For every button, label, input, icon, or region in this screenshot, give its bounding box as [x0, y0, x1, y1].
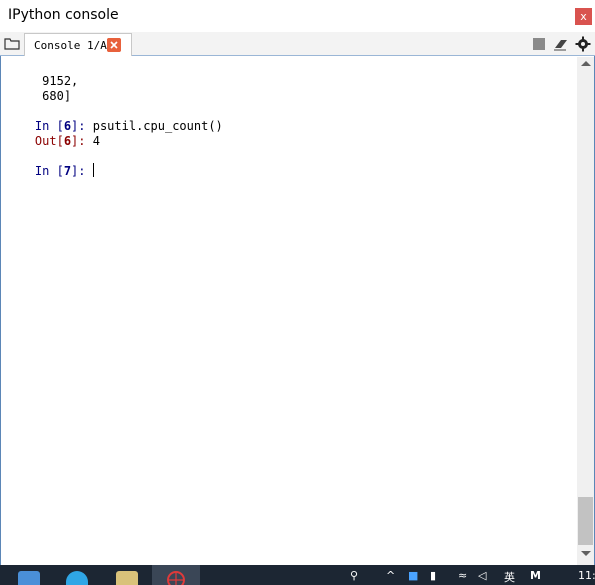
eraser-icon[interactable]: [553, 37, 569, 51]
text-cursor: [92, 163, 94, 177]
folder-icon[interactable]: [4, 37, 20, 50]
tab-bar: Console 1/A: [0, 32, 595, 57]
window-title: IPython console: [8, 7, 119, 23]
language-indicator[interactable]: 英: [504, 569, 515, 585]
scroll-thumb[interactable]: [578, 497, 593, 545]
input-line-7[interactable]: In [7]:: [6, 148, 94, 194]
tab-console[interactable]: Console 1/A: [24, 33, 132, 57]
wifi-icon[interactable]: ≈: [458, 569, 467, 582]
taskbar-app-icon[interactable]: [116, 571, 138, 585]
output-text: 680]: [42, 89, 72, 103]
ime-indicator[interactable]: M: [530, 569, 541, 582]
console-output-area[interactable]: 9152, 680] In [6]: psutil.cpu_count() Ou…: [0, 56, 595, 565]
tab-label: Console 1/A: [34, 39, 107, 52]
close-pane-button[interactable]: x: [575, 8, 592, 25]
volume-icon[interactable]: ◁: [478, 569, 486, 582]
stop-icon[interactable]: [533, 38, 545, 50]
spyder-icon: [167, 571, 185, 585]
network-icon[interactable]: ⚲: [350, 569, 358, 582]
input-code: psutil.cpu_count(): [92, 119, 223, 133]
output-value: 4: [92, 134, 100, 148]
out-prompt: Out[6]:: [34, 134, 93, 148]
battery-icon[interactable]: ▮: [430, 569, 436, 582]
taskbar-app-icon[interactable]: [66, 571, 88, 585]
in-prompt: In [7]:: [34, 164, 93, 178]
gear-icon[interactable]: [575, 36, 591, 52]
shield-icon[interactable]: ■: [408, 569, 418, 582]
scroll-up-icon[interactable]: [581, 61, 591, 66]
taskbar-active-app[interactable]: [152, 565, 200, 585]
tab-close-icon[interactable]: [107, 38, 121, 52]
title-bar: IPython console x: [0, 0, 595, 32]
scroll-down-icon[interactable]: [581, 551, 591, 556]
vertical-scrollbar[interactable]: [577, 57, 594, 565]
chevron-up-icon[interactable]: ^: [386, 569, 395, 582]
taskbar-app-icon[interactable]: [18, 571, 40, 585]
clock[interactable]: 11:: [578, 569, 595, 582]
taskbar: ⚲ ^ ■ ▮ ≈ ◁ 英 M 11:: [0, 565, 595, 585]
